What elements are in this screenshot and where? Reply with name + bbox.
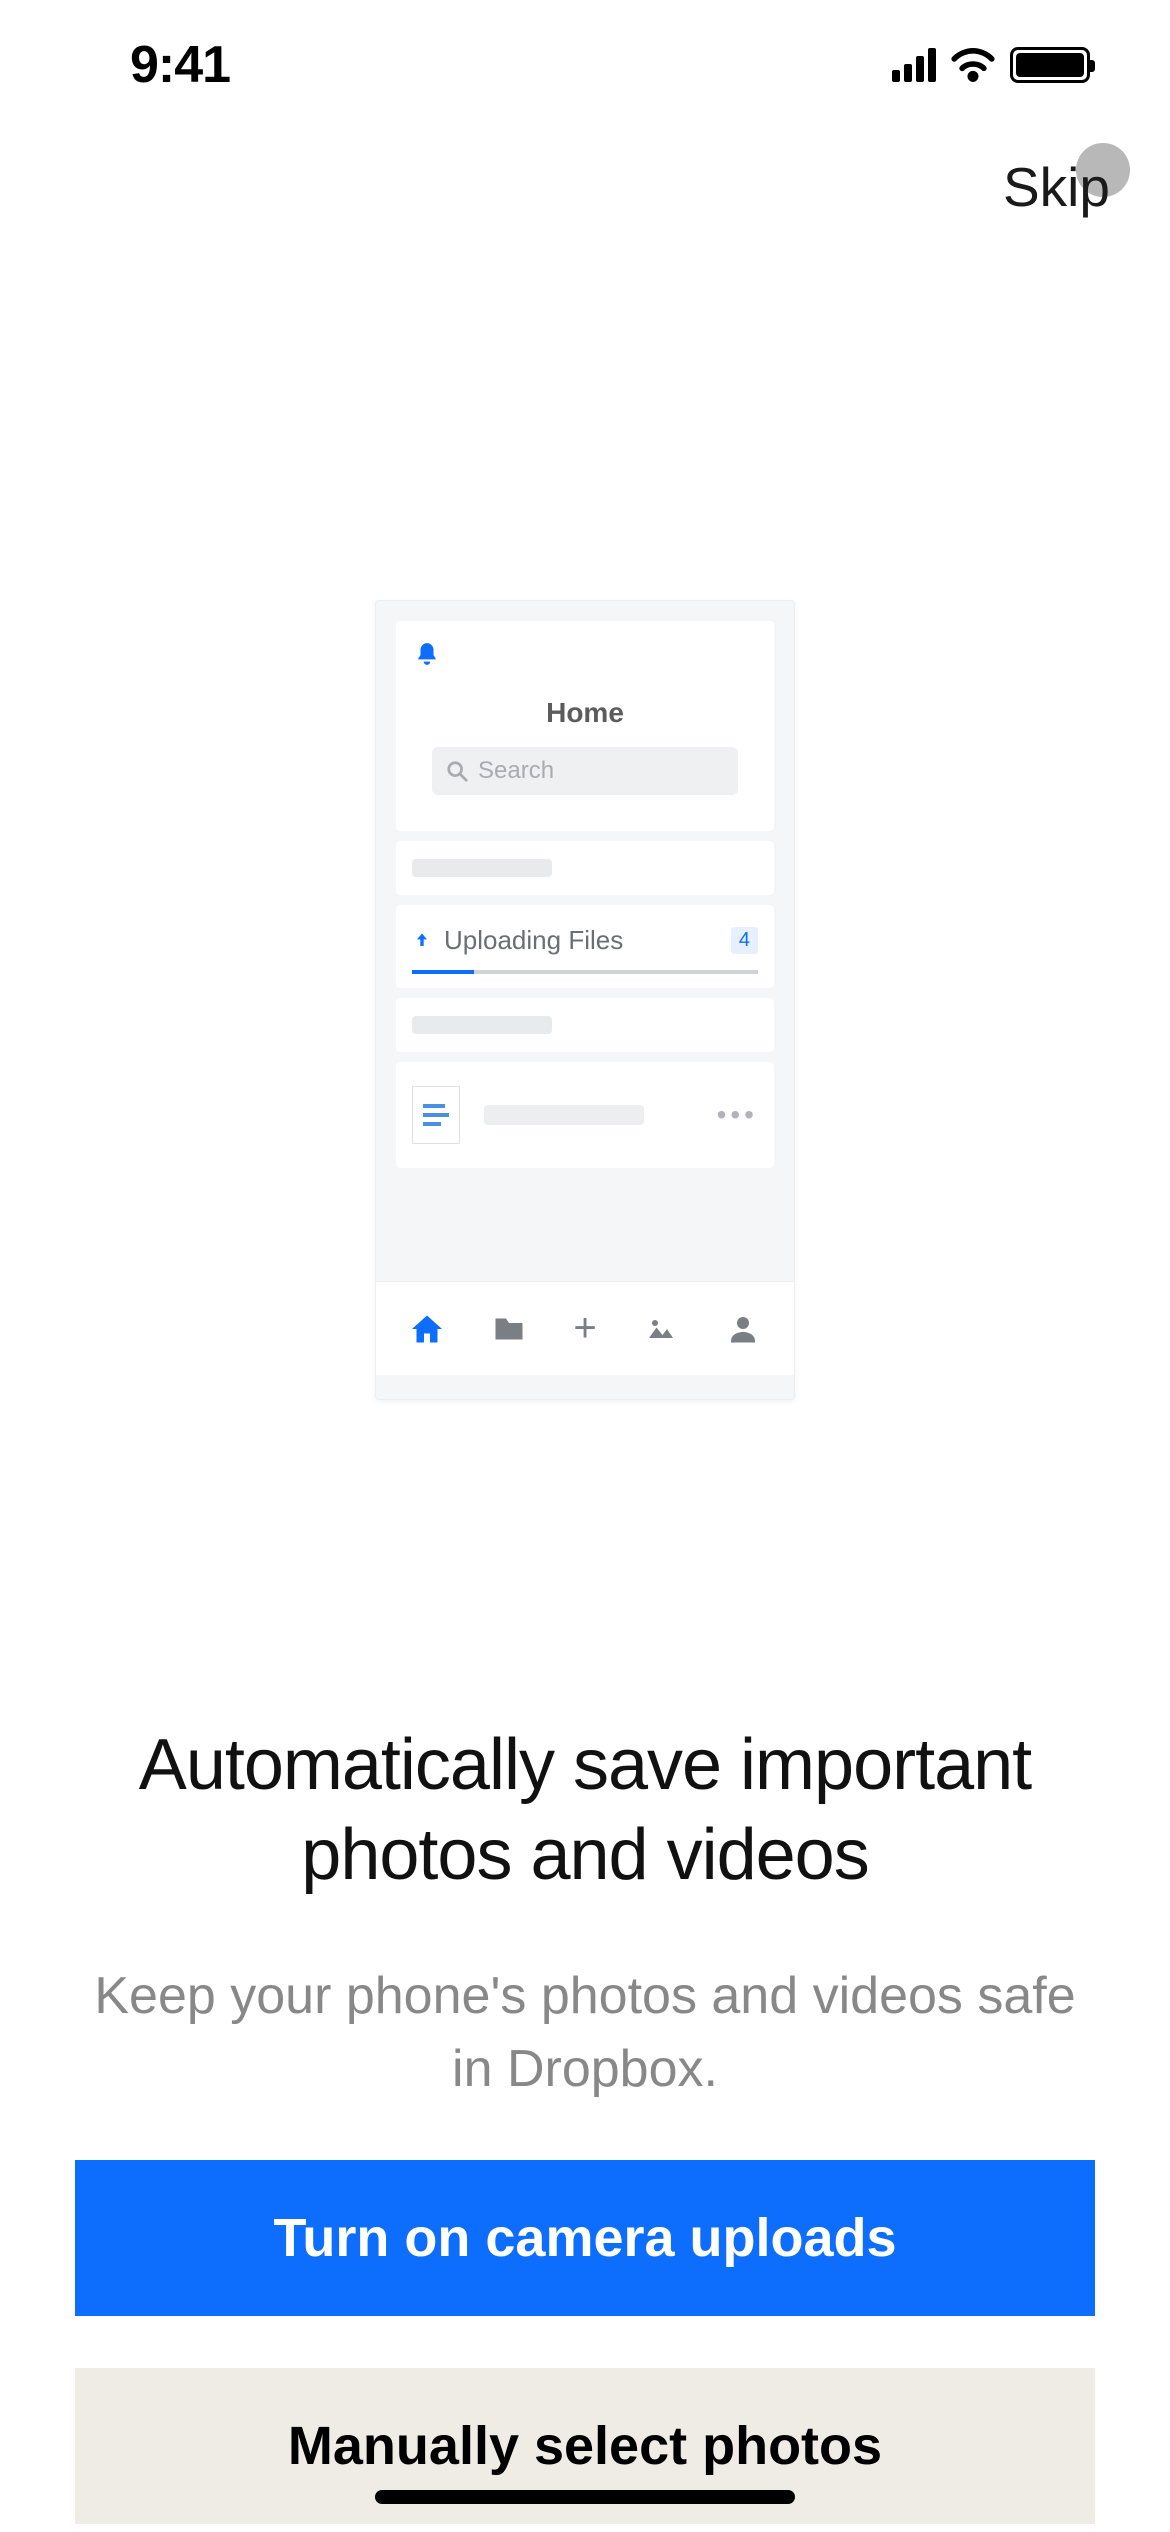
mockup-file-item: ••• [396,1062,774,1168]
mockup-tab-bar: + [376,1281,794,1375]
turn-on-camera-uploads-button[interactable]: Turn on camera uploads [75,2160,1095,2316]
skeleton-bar [412,1016,552,1034]
page-subtitle: Keep your phone's photos and videos safe… [80,1960,1090,2106]
mockup-search-bar: Search [432,747,738,795]
mockup-notification-area [396,621,774,669]
mockup-upload-count: 4 [731,927,758,954]
page-title: Automatically save important photos and … [70,1720,1100,1900]
status-time: 9:41 [130,35,230,95]
folder-icon [491,1311,527,1347]
home-indicator [375,2490,795,2504]
bell-icon [414,639,440,669]
status-icons [892,47,1090,83]
secondary-button-label: Manually select photos [288,2415,882,2477]
mockup-home-title: Home [396,669,774,747]
plus-icon: + [573,1306,596,1351]
app-mockup-illustration: Home Search Uploading Files 4 [375,600,795,1400]
mockup-upload-label: Uploading Files [444,925,623,956]
document-icon [412,1086,460,1144]
skip-label: Skip [1003,155,1110,219]
mockup-skeleton-section [396,841,774,895]
home-icon [409,1311,445,1347]
mockup-search-placeholder: Search [478,757,554,785]
upload-arrow-icon [412,929,432,953]
skeleton-bar [484,1105,644,1125]
mockup-skeleton-section-2 [396,998,774,1052]
primary-button-label: Turn on camera uploads [273,2207,896,2269]
cellular-icon [892,48,936,82]
mockup-progress-bar [412,970,758,974]
mockup-uploading-section: Uploading Files 4 [396,905,774,988]
photos-icon [643,1311,679,1347]
more-options-icon: ••• [717,1099,758,1131]
person-icon [725,1311,761,1347]
skeleton-bar [412,859,552,877]
search-icon [446,760,468,782]
skip-button[interactable]: Skip [1003,155,1110,219]
wifi-icon [950,48,996,82]
battery-icon [1010,47,1090,83]
status-bar: 9:41 [0,0,1170,130]
